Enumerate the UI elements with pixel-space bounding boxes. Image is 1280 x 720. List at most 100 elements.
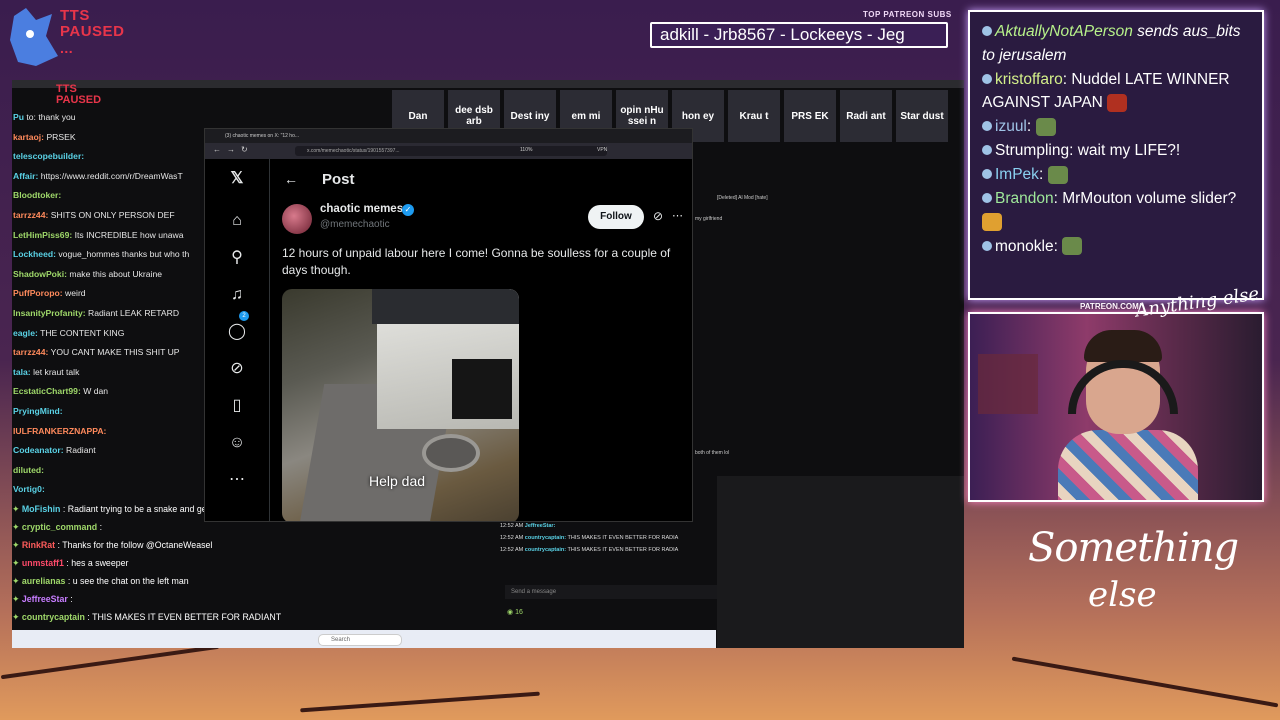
stream-chat-username[interactable]: kristoffaro bbox=[995, 71, 1063, 88]
stream-chat-username[interactable]: Brandon bbox=[995, 190, 1054, 207]
stream-chat-username[interactable]: monokle bbox=[995, 238, 1054, 255]
stream-chat-username[interactable]: ImPek bbox=[995, 166, 1039, 183]
chat-username[interactable]: aurelianas bbox=[22, 576, 66, 586]
grok-icon[interactable]: ⊘ bbox=[227, 359, 247, 379]
search-icon[interactable]: ⚲ bbox=[227, 248, 247, 268]
chat-user[interactable]: countrycaptain: bbox=[525, 547, 566, 553]
stream-chat-message: Brandon: MrMouton volume slider? bbox=[982, 187, 1250, 234]
chat-message: LetHimPiss69: Its INCREDIBLE how unawa bbox=[12, 226, 212, 246]
chat-message: kartaoj: PRSEK bbox=[12, 128, 212, 148]
chat-username[interactable]: unmstaff1 bbox=[22, 558, 64, 568]
author-name[interactable]: chaotic memes bbox=[320, 203, 403, 215]
chat-username[interactable]: tarrzz44: bbox=[13, 347, 48, 357]
badge-icon: ✦ bbox=[12, 522, 22, 532]
chat-username[interactable]: Lockheed: bbox=[13, 249, 56, 259]
stream-chat-message: kristoffaro: Nuddel LATE WINNER AGAINST … bbox=[982, 70, 1230, 112]
media-window bbox=[452, 359, 512, 419]
chat-username[interactable]: tala: bbox=[13, 367, 31, 377]
chat-username[interactable]: PuffPoropo: bbox=[13, 288, 63, 298]
chat-username[interactable]: kartaoj: bbox=[13, 132, 44, 142]
stream-chat-message: monokle: bbox=[982, 235, 1250, 259]
reload-icon[interactable]: ↻ bbox=[241, 145, 248, 154]
chat-username[interactable]: RinkRat bbox=[22, 540, 55, 550]
tts-dots: ... bbox=[60, 40, 74, 56]
something-else-signature: Something else bbox=[1028, 505, 1258, 625]
chat-username[interactable]: JeffreeStar bbox=[22, 594, 68, 604]
bg-girlfriend-text: my girlfriend bbox=[695, 216, 723, 222]
post-media[interactable]: Help dad bbox=[282, 289, 519, 521]
emote-tile: Krau t bbox=[728, 90, 780, 142]
grok-action-icon[interactable]: ⊘ bbox=[653, 209, 663, 223]
signature-line-1: Something bbox=[1028, 525, 1239, 571]
avatar[interactable] bbox=[282, 204, 312, 234]
media-roof bbox=[372, 289, 519, 324]
badge-icon: ✦ bbox=[12, 540, 22, 550]
chat-badge-icon bbox=[982, 193, 992, 203]
chat-message: 12:52 AM countrycaptain: THIS MAKES IT E… bbox=[500, 532, 730, 544]
stream-chat-username[interactable]: Strumpling bbox=[995, 142, 1069, 159]
chat-message: ✦ RinkRat : Thanks for the follow @Octan… bbox=[12, 536, 497, 554]
dark-room-video bbox=[717, 476, 964, 648]
follow-button[interactable]: Follow bbox=[588, 205, 644, 229]
back-arrow-icon[interactable]: ← bbox=[284, 171, 298, 187]
taskbar-search[interactable]: Search bbox=[318, 634, 402, 646]
chat-username[interactable]: Codeanator: bbox=[13, 445, 64, 455]
badge-icon: ✦ bbox=[12, 558, 22, 568]
bookmarks-icon[interactable]: ▯ bbox=[227, 396, 247, 416]
url-bar[interactable]: x.com/memechaotic/status/1901557397... bbox=[295, 146, 607, 156]
chat-user[interactable]: JeffreeStar: bbox=[525, 523, 556, 529]
emote-tile: PRS EK bbox=[784, 90, 836, 142]
post-more-icon[interactable]: ⋯ bbox=[672, 209, 683, 222]
chat-username[interactable]: IULFRANKERZNAPPA: bbox=[13, 426, 106, 436]
chat-username[interactable]: Pu bbox=[13, 112, 24, 122]
chat-text: : bbox=[70, 594, 73, 604]
chat-username[interactable]: InsanityProfanity: bbox=[13, 308, 86, 318]
chat-username[interactable]: PryingMind: bbox=[13, 406, 63, 416]
chat-text: YOU CANT MAKE THIS SHIT UP bbox=[50, 347, 180, 358]
post-header: Post bbox=[322, 171, 355, 188]
chat-username[interactable]: telescopebuilder: bbox=[13, 151, 84, 161]
chat-badge-icon bbox=[982, 145, 992, 155]
vpn-badge[interactable]: VPN bbox=[597, 147, 607, 153]
chat-user[interactable]: countrycaptain: bbox=[525, 535, 566, 541]
more-icon[interactable]: ⋯ bbox=[227, 470, 247, 490]
chat-message: Affair: https://www.reddit.com/r/DreamWa… bbox=[12, 167, 212, 187]
author-handle[interactable]: @memechaotic bbox=[320, 219, 390, 230]
stream-chat-username[interactable]: AktuallyNotAPerson bbox=[995, 23, 1133, 40]
chat-username[interactable]: diluted: bbox=[13, 465, 44, 475]
chat-username[interactable]: tarrzz44: bbox=[13, 210, 48, 220]
chat-username[interactable]: LetHimPiss69: bbox=[13, 230, 72, 240]
emote-icon bbox=[1062, 237, 1083, 256]
badge-icon: ✦ bbox=[12, 594, 22, 604]
chat-message: tala: let kraut talk bbox=[12, 363, 212, 383]
chat-message: ✦ aurelianas : u see the chat on the lef… bbox=[12, 572, 497, 590]
chat-username[interactable]: Affair: bbox=[13, 171, 38, 181]
chat-username[interactable]: MoFishin bbox=[22, 504, 61, 514]
nav-forward-icon[interactable]: → bbox=[227, 145, 235, 154]
messages-icon[interactable]: ◯ bbox=[227, 322, 247, 342]
chat-time: 12:52 AM bbox=[500, 535, 524, 541]
badge-icon: ✦ bbox=[12, 576, 22, 586]
home-icon[interactable]: ⌂ bbox=[227, 211, 247, 231]
chat-username[interactable]: cryptic_command bbox=[22, 522, 97, 532]
stream-chat-username[interactable]: izuul bbox=[995, 118, 1027, 135]
mascot-logo bbox=[10, 8, 58, 66]
chat-username[interactable]: EcstaticChart99: bbox=[13, 386, 81, 396]
chat-username[interactable]: eagle: bbox=[13, 328, 38, 338]
chat-username[interactable]: ShadowPoki: bbox=[13, 269, 67, 279]
profile-icon[interactable]: ☺ bbox=[227, 433, 247, 453]
notifications-icon[interactable]: ♫ bbox=[227, 285, 247, 305]
chat-text: : THIS MAKES IT EVEN BETTER FOR RADIANT bbox=[87, 612, 282, 622]
chat-username[interactable]: Bloodtoker: bbox=[13, 190, 61, 200]
chat-username[interactable]: Vortig0: bbox=[13, 484, 45, 494]
notification-badge: 2 bbox=[239, 311, 249, 321]
badge-icon: ✦ bbox=[12, 612, 22, 622]
chat-text: : Thanks for the follow @OctaneWeasel bbox=[57, 540, 213, 550]
webcam-shelf bbox=[978, 354, 1038, 414]
x-logo-icon[interactable]: 𝕏 bbox=[227, 169, 247, 189]
patreon-url: PATREON.COM/ bbox=[1080, 302, 1142, 311]
nav-back-icon[interactable]: ← bbox=[213, 145, 221, 154]
browser-tab[interactable]: (3) chaotic memes on X: "12 ho... bbox=[205, 129, 692, 143]
chat-username[interactable]: countrycaptain bbox=[22, 612, 85, 622]
send-message-input[interactable]: Send a message bbox=[505, 585, 731, 599]
